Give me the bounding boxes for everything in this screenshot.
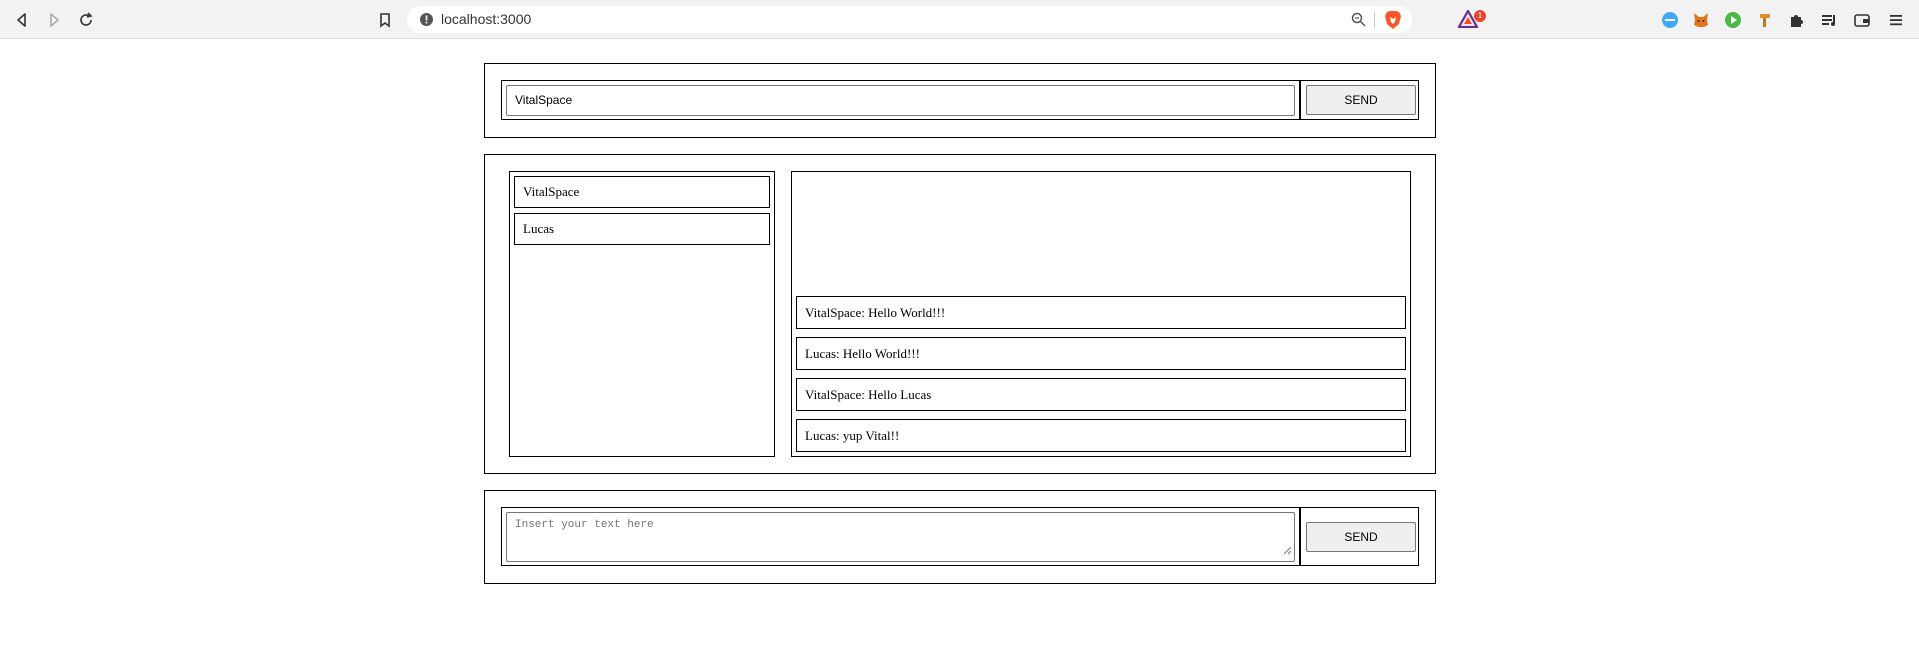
info-icon[interactable] <box>419 12 434 27</box>
wallet-icon[interactable] <box>1852 10 1872 30</box>
message-send-button[interactable]: SEND <box>1306 522 1416 552</box>
user-item[interactable]: Lucas <box>514 213 770 245</box>
chat-panel: VitalSpace Lucas VitalSpace: Hello World… <box>484 154 1436 474</box>
menu-icon[interactable] <box>1886 10 1906 30</box>
metamask-fox-icon[interactable] <box>1691 10 1711 30</box>
message-placeholder: Insert your text here <box>515 519 654 531</box>
user-list: VitalSpace Lucas <box>509 171 775 457</box>
message-list: VitalSpace: Hello World!!! Lucas: Hello … <box>791 171 1411 457</box>
reload-icon[interactable] <box>74 8 98 32</box>
user-item[interactable]: VitalSpace <box>514 176 770 208</box>
message-item: Lucas: Hello World!!! <box>796 337 1406 370</box>
browser-toolbar: localhost:3000 1 <box>0 0 1919 39</box>
composer-form: Insert your text here SEND <box>501 507 1419 566</box>
address-separator <box>1374 11 1375 28</box>
puzzle-extensions-icon[interactable] <box>1787 10 1807 30</box>
message-textarea[interactable]: Insert your text here <box>506 512 1295 562</box>
message-item: VitalSpace: Hello Lucas <box>796 378 1406 411</box>
forward-arrow-icon[interactable] <box>42 8 66 32</box>
address-bar[interactable]: localhost:3000 <box>407 6 1412 33</box>
message-item: VitalSpace: Hello World!!! <box>796 296 1406 329</box>
resize-grip-icon[interactable] <box>1283 546 1292 559</box>
zoom-icon[interactable] <box>1351 12 1366 32</box>
fps-extension-icon[interactable] <box>1660 10 1680 30</box>
back-arrow-icon[interactable] <box>10 8 34 32</box>
login-form: VitalSpace SEND <box>501 80 1419 120</box>
composer-panel: Insert your text here SEND <box>484 490 1436 584</box>
brave-shield-icon[interactable] <box>1384 10 1402 35</box>
login-panel: VitalSpace SEND <box>484 63 1436 138</box>
form-divider <box>1299 507 1301 566</box>
form-divider <box>1299 80 1301 120</box>
play-extension-icon[interactable] <box>1723 10 1743 30</box>
message-item: Lucas: yup Vital!! <box>796 419 1406 452</box>
bookmark-icon[interactable] <box>373 8 397 32</box>
login-send-button[interactable]: SEND <box>1306 85 1416 115</box>
name-input[interactable]: VitalSpace <box>506 85 1295 116</box>
rewards-badge: 1 <box>1474 10 1486 22</box>
playlist-icon[interactable] <box>1819 10 1839 30</box>
url-text: localhost:3000 <box>441 11 532 27</box>
hammer-extension-icon[interactable] <box>1756 10 1776 30</box>
